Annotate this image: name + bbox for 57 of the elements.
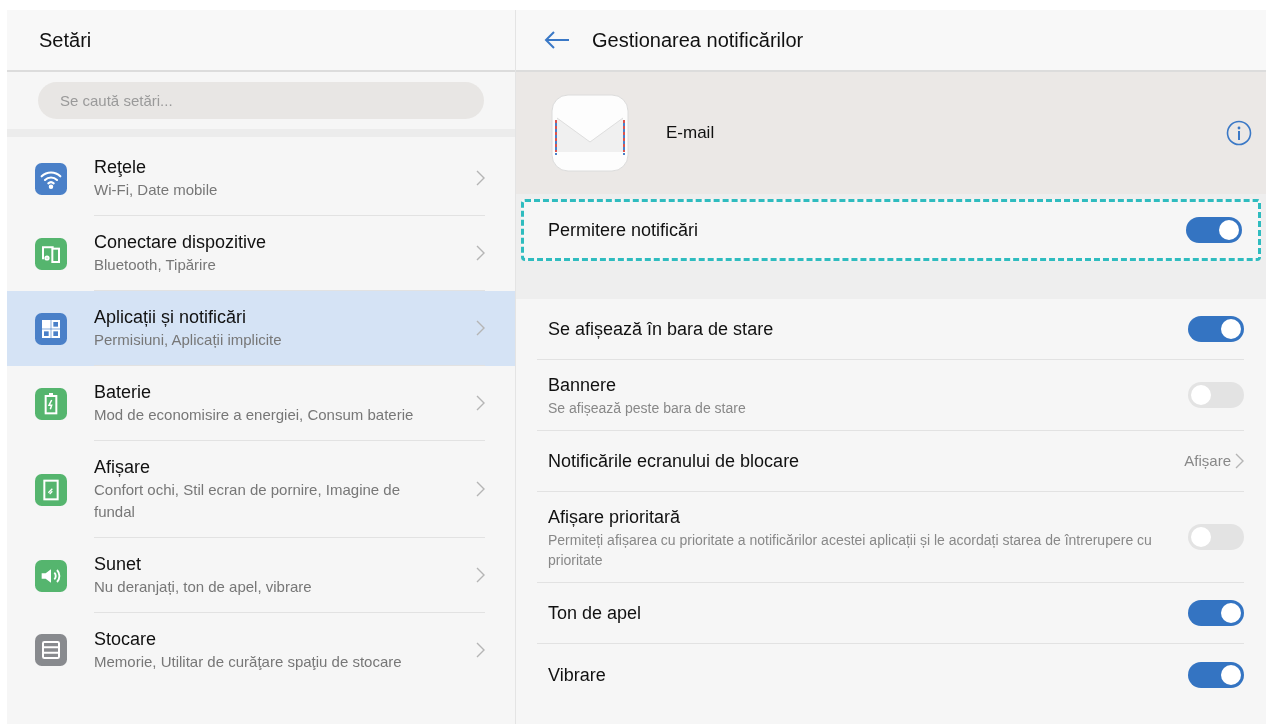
back-arrow-icon[interactable]	[544, 30, 570, 50]
settings-item[interactable]: Stocare Memorie, Utilitar de curăţare spaţiu de stocare	[7, 613, 515, 687]
chevron-right-icon	[476, 170, 485, 186]
setting-label: Notificările ecranului de blocare	[548, 450, 801, 473]
search-field[interactable]: Se caută setări...	[38, 82, 484, 119]
item-title: Aplicații și notificări	[94, 306, 248, 329]
item-title: Reţele	[94, 156, 148, 179]
toggle-switch[interactable]	[1188, 316, 1244, 342]
setting-label: Vibrare	[548, 663, 607, 687]
battery-icon	[35, 387, 67, 420]
settings-title: Setări	[39, 28, 92, 53]
settings-item[interactable]: Sunet Nu deranjați, ton de apel, vibrare	[7, 538, 515, 613]
toggle-switch[interactable]	[1188, 600, 1244, 626]
speaker-icon	[35, 559, 67, 592]
apps-icon	[35, 312, 67, 345]
chevron-right-icon	[476, 245, 485, 261]
setting-description: Permiteți afișarea cu prioritate a notificărilor acestei aplicații și le acordați starea de întrerupere cu prioritate	[548, 531, 1153, 570]
item-title: Stocare	[94, 628, 158, 651]
envelope-app-icon	[551, 94, 629, 172]
setting-description: Se afișează peste bara de stare	[548, 399, 747, 418]
setting-label: Permitere notificări	[548, 218, 700, 242]
chevron-right-icon	[1235, 453, 1244, 469]
chevron-right-icon	[476, 642, 485, 658]
toggle-switch[interactable]	[1188, 661, 1244, 688]
chevron-right-icon	[476, 395, 485, 411]
toggle-switch[interactable]	[1188, 382, 1244, 408]
storage-icon	[35, 634, 67, 666]
toggle-switch[interactable]	[1188, 524, 1244, 550]
setting-label: Bannere	[548, 374, 618, 397]
setting-label: Se afișează în bara de stare	[548, 318, 775, 341]
devices-icon	[35, 237, 67, 270]
settings-item[interactable]: Aplicații și notificări Permisiuni, Aplicații implicite	[7, 291, 515, 366]
item-subtitle: Memorie, Utilitar de curăţare spaţiu de stocare	[94, 652, 403, 672]
settings-item[interactable]: Baterie Mod de economisire a energiei, Consum baterie	[7, 366, 515, 441]
page-title: Gestionarea notificărilor	[592, 28, 804, 53]
item-subtitle: Wi-Fi, Date mobile	[94, 180, 219, 200]
chevron-right-icon	[476, 320, 485, 336]
item-title: Sunet	[94, 553, 143, 576]
app-name: E-mail	[666, 122, 716, 145]
setting-label: Afișare prioritară	[548, 506, 682, 529]
item-subtitle: Mod de economisire a energiei, Consum baterie	[94, 405, 415, 425]
chevron-right-icon	[476, 481, 485, 497]
item-subtitle: Permisiuni, Aplicații implicite	[94, 330, 283, 350]
item-title: Afișare	[94, 456, 152, 479]
item-subtitle: Nu deranjați, ton de apel, vibrare	[94, 577, 313, 597]
item-title: Conectare dispozitive	[94, 231, 268, 254]
display-icon	[35, 473, 67, 506]
item-subtitle: Bluetooth, Tipărire	[94, 255, 217, 275]
settings-item[interactable]: Reţele Wi-Fi, Date mobile	[7, 141, 515, 216]
info-icon[interactable]	[1226, 120, 1252, 146]
chevron-right-icon	[476, 567, 485, 583]
item-title: Baterie	[94, 381, 153, 404]
toggle-switch[interactable]	[1186, 217, 1242, 243]
wifi-icon	[35, 162, 67, 195]
item-subtitle: Confort ochi, Stil ecran de pornire, Imagine de fundal	[94, 480, 401, 522]
setting-label: Ton de apel	[548, 602, 643, 625]
settings-item[interactable]: Afișare Confort ochi, Stil ecran de pornire, Imagine de fundal	[7, 441, 515, 538]
